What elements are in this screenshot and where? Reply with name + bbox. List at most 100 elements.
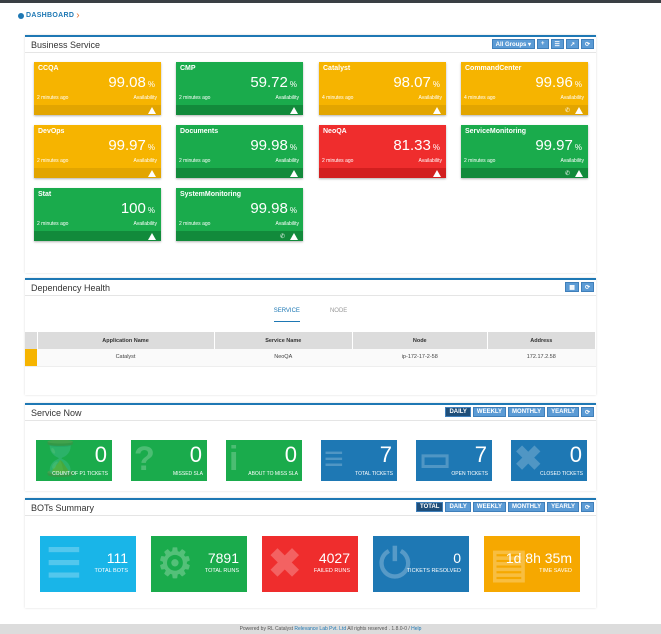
card-label: FAILED RUNS: [313, 568, 350, 574]
card-label: TIME SAVED: [539, 568, 572, 574]
card-count: 4027: [318, 550, 350, 566]
card-background-icon: ≡: [324, 440, 344, 478]
phone-icon[interactable]: ✆: [565, 107, 570, 114]
availability-label: Availability: [133, 95, 157, 101]
status-flag: [25, 349, 37, 367]
service-name: SystemMonitoring: [180, 191, 242, 198]
panel-title: Service Now: [31, 407, 82, 418]
service-tile[interactable]: DevOps 99.97% 2 minutes ago Availability: [34, 125, 161, 178]
grid-icon[interactable]: ▦: [565, 282, 579, 292]
filter-monthly[interactable]: MONTHLY: [508, 502, 546, 512]
service-now-card[interactable]: ▭ 7 OPEN TICKETS: [416, 440, 492, 481]
service-name: Catalyst: [323, 65, 351, 72]
footer-text: All rights reserved . 1.8.0-0 /: [346, 626, 412, 632]
brand[interactable]: DASHBOARD ›: [18, 10, 80, 21]
table-cell: ip-172-17-2-58: [352, 349, 488, 367]
panel-title: Business Service: [31, 39, 101, 50]
phone-icon[interactable]: ✆: [565, 170, 570, 177]
refresh-icon[interactable]: ⟳: [580, 502, 594, 512]
bot-summary-card[interactable]: ⏻ 0 TICKETS RESOLVED: [373, 536, 469, 592]
service-tile[interactable]: NeoQA 81.33% 2 minutes ago Availability: [319, 125, 446, 178]
service-now-card[interactable]: i 0 ABOUT TO MISS SLA: [226, 440, 302, 481]
table-row[interactable]: Catalyst NeoQA ip-172-17-2-58 172.17.2.5…: [25, 349, 596, 367]
service-now-card[interactable]: ⌛ 0 COUNT OF P1 TICKETS: [36, 440, 112, 481]
filter-total[interactable]: TOTAL: [416, 502, 444, 512]
all-groups-dropdown[interactable]: All Groups ▾: [491, 39, 536, 49]
table-cell: NeoQA: [214, 349, 353, 367]
column-header: Application Name: [37, 332, 215, 349]
filter-weekly[interactable]: WEEKLY: [472, 407, 507, 417]
service-tile[interactable]: CCQA 99.08% 2 minutes ago Availability: [34, 62, 161, 115]
warning-icon[interactable]: [575, 170, 583, 177]
list-icon[interactable]: ☰: [550, 39, 564, 49]
bot-summary-card[interactable]: ✖ 4027 FAILED RUNS: [262, 536, 358, 592]
panel-header: Service Now DAILY WEEKLY MONTHLY YEARLY …: [25, 405, 596, 421]
chart-icon[interactable]: ↗: [565, 39, 579, 49]
tab-node[interactable]: NODE: [330, 308, 347, 322]
last-updated: 2 minutes ago: [37, 95, 69, 101]
card-count: 111: [106, 550, 128, 566]
warning-icon[interactable]: [148, 233, 156, 240]
availability-number: 98.07: [393, 74, 431, 91]
refresh-icon[interactable]: ⟳: [580, 39, 594, 49]
warning-icon[interactable]: [290, 107, 298, 114]
chevron-right-icon: ›: [76, 10, 80, 21]
card-label: ABOUT TO MISS SLA: [248, 471, 298, 477]
warning-icon[interactable]: [148, 107, 156, 114]
bot-summary-card[interactable]: ⚙ 7891 TOTAL RUNS: [151, 536, 247, 592]
dashboard-logo-icon: [18, 12, 24, 19]
service-tile[interactable]: SystemMonitoring 99.98% 2 minutes ago Avail…: [176, 188, 303, 241]
last-updated: 2 minutes ago: [179, 221, 211, 227]
service-tile[interactable]: CommandCenter 99.96% 4 minutes ago Availabi…: [461, 62, 588, 115]
service-tile[interactable]: Stat 100% 2 minutes ago Availability: [34, 188, 161, 241]
card-count: 0: [284, 442, 297, 467]
footer-text: Powered by RL Catalyst: [239, 626, 295, 632]
card-count: 0: [453, 550, 461, 566]
availability-value: 98.07%: [393, 74, 440, 91]
filter-monthly[interactable]: MONTHLY: [508, 407, 546, 417]
warning-icon[interactable]: [290, 170, 298, 177]
bot-summary-card[interactable]: ☰ 111 TOTAL BOTS: [40, 536, 136, 592]
service-name: CMP: [180, 65, 196, 72]
refresh-icon[interactable]: ⟳: [580, 282, 594, 292]
phone-icon[interactable]: ✆: [280, 233, 285, 240]
availability-number: 99.98: [250, 200, 288, 217]
tab-service[interactable]: SERVICE: [273, 308, 300, 322]
availability-value: 99.98%: [250, 200, 297, 217]
filter-yearly[interactable]: YEARLY: [547, 407, 579, 417]
filter-daily[interactable]: DAILY: [445, 502, 471, 512]
availability-label: Availability: [133, 221, 157, 227]
availability-label: Availability: [560, 158, 584, 164]
availability-value: 81.33%: [393, 137, 440, 154]
service-tile[interactable]: Catalyst 98.07% 4 minutes ago Availability: [319, 62, 446, 115]
filter-weekly[interactable]: WEEKLY: [472, 502, 507, 512]
availability-value: 99.08%: [108, 74, 155, 91]
filter-daily[interactable]: DAILY: [445, 407, 471, 417]
service-now-card[interactable]: ? 0 MISSED SLA: [131, 440, 207, 481]
service-now-card[interactable]: ≡ 7 TOTAL TICKETS: [321, 440, 397, 481]
help-link[interactable]: Help: [411, 626, 421, 632]
service-tile[interactable]: ServiceMonitoring 99.97% 2 minutes ago Avai…: [461, 125, 588, 178]
availability-number: 81.33: [393, 137, 431, 154]
last-updated: 2 minutes ago: [37, 221, 69, 227]
availability-label: Availability: [418, 158, 442, 164]
service-tile[interactable]: Documents 99.98% 2 minutes ago Availability: [176, 125, 303, 178]
percent-sign: %: [147, 206, 155, 215]
warning-icon[interactable]: [290, 233, 298, 240]
bot-summary-card[interactable]: ▤ 1d 8h 35m TIME SAVED: [484, 536, 580, 592]
card-count: 0: [94, 442, 107, 467]
availability-number: 99.98: [250, 137, 288, 154]
service-now-card[interactable]: ✖ 0 CLOSED TICKETS: [511, 440, 587, 481]
warning-icon[interactable]: [148, 170, 156, 177]
percent-sign: %: [289, 143, 297, 152]
add-icon[interactable]: +: [537, 39, 549, 49]
warning-icon[interactable]: [575, 107, 583, 114]
warning-icon[interactable]: [433, 170, 441, 177]
service-tile[interactable]: CMP 59.72% 2 minutes ago Availability: [176, 62, 303, 115]
filter-yearly[interactable]: YEARLY: [547, 502, 579, 512]
refresh-icon[interactable]: ⟳: [580, 407, 594, 417]
warning-icon[interactable]: [433, 107, 441, 114]
company-link[interactable]: Relevance Lab Pvt. Ltd: [294, 626, 346, 632]
card-label: TOTAL BOTS: [94, 568, 128, 574]
panel-header: Dependency Health ▦ ⟳: [25, 280, 596, 296]
